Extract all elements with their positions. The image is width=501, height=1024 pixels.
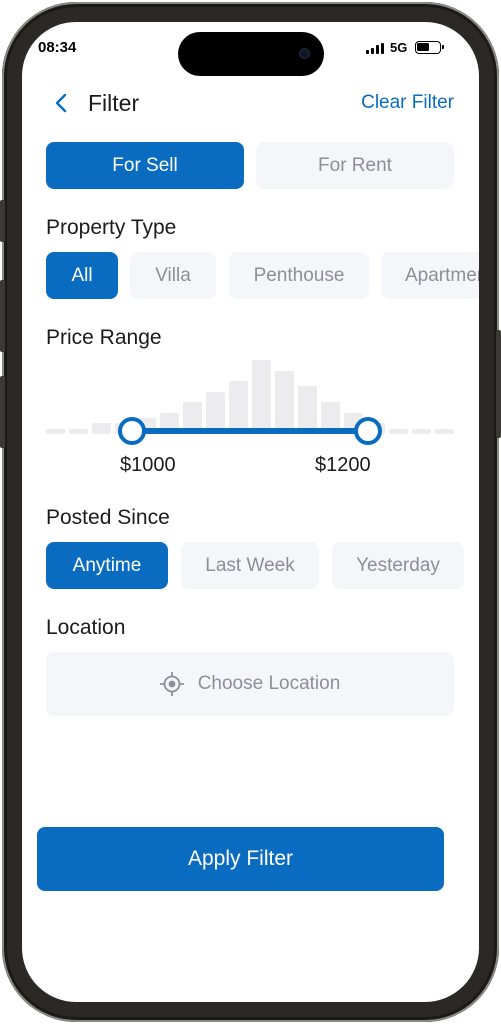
battery-icon bbox=[415, 41, 444, 54]
dynamic-island bbox=[178, 32, 324, 76]
histogram-bar bbox=[46, 428, 65, 434]
histogram-bar bbox=[435, 428, 454, 434]
choose-location-placeholder: Choose Location bbox=[197, 673, 341, 694]
histogram-bar bbox=[252, 360, 271, 434]
property-type-penthouse-chip[interactable]: Penthouse bbox=[229, 252, 369, 299]
phone-volume-down-button bbox=[0, 376, 5, 448]
price-min-value: $1000 bbox=[120, 454, 176, 476]
histogram-bar bbox=[389, 428, 409, 434]
property-type-villa-chip[interactable]: Villa bbox=[130, 252, 216, 299]
status-bar: 08:34 5G bbox=[22, 22, 479, 78]
property-type-all-chip[interactable]: All bbox=[46, 252, 118, 299]
choose-location-field[interactable]: Choose Location bbox=[46, 652, 454, 716]
for-sell-toggle[interactable]: For Sell bbox=[46, 142, 244, 189]
histogram-bar bbox=[91, 423, 111, 434]
back-chevron-icon[interactable] bbox=[52, 92, 72, 114]
histogram-bar bbox=[274, 370, 294, 434]
price-range-track[interactable] bbox=[132, 428, 368, 434]
network-type-label: 5G bbox=[390, 40, 408, 55]
phone-action-button bbox=[0, 200, 5, 242]
apply-filter-button[interactable]: Apply Filter bbox=[37, 827, 444, 891]
price-range-label: Price Range bbox=[46, 326, 162, 349]
front-camera-icon bbox=[299, 48, 310, 59]
phone-power-button bbox=[496, 330, 501, 438]
status-time: 08:34 bbox=[38, 39, 77, 56]
price-min-handle[interactable] bbox=[118, 417, 146, 445]
app-screen: 08:34 5G Filter Clear Filter For Sell Fo… bbox=[22, 22, 479, 1002]
property-type-apartment-chip[interactable]: Apartment bbox=[381, 252, 479, 299]
posted-yesterday-chip[interactable]: Yesterday bbox=[332, 542, 464, 589]
price-max-value: $1200 bbox=[315, 454, 371, 476]
posted-anytime-chip[interactable]: Anytime bbox=[46, 542, 168, 589]
histogram-bar bbox=[68, 428, 88, 434]
phone-volume-up-button bbox=[0, 280, 5, 352]
histogram-bar bbox=[229, 381, 248, 434]
locate-target-icon bbox=[159, 672, 184, 696]
location-label: Location bbox=[46, 616, 126, 639]
posted-last-week-chip[interactable]: Last Week bbox=[181, 542, 319, 589]
property-type-label: Property Type bbox=[46, 216, 177, 239]
price-max-handle[interactable] bbox=[354, 417, 382, 445]
histogram-bar bbox=[412, 428, 432, 434]
price-histogram bbox=[46, 360, 454, 434]
cellular-signal-icon bbox=[366, 43, 386, 54]
posted-since-label: Posted Since bbox=[46, 506, 170, 529]
clear-filter-button[interactable]: Clear Filter bbox=[361, 92, 454, 114]
histogram-bar bbox=[297, 386, 317, 434]
for-rent-toggle[interactable]: For Rent bbox=[256, 142, 454, 189]
page-title: Filter bbox=[88, 90, 140, 116]
